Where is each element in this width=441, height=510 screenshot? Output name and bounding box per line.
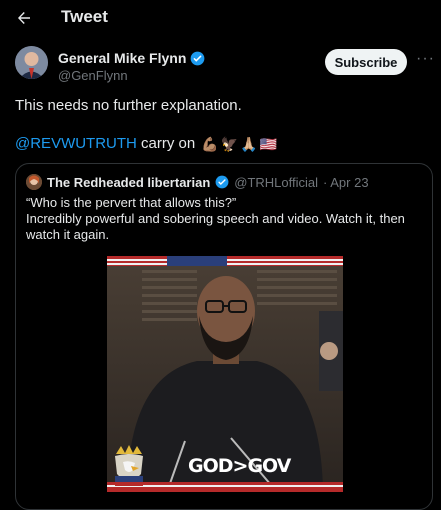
subscribe-button[interactable]: Subscribe xyxy=(325,49,407,75)
quoted-text-line1: “Who is the pervert that allows this?” xyxy=(26,195,237,210)
video-caption: GOD>GOV xyxy=(188,455,291,477)
author-row: General Mike Flynn @GenFlynn Subscribe ·… xyxy=(15,46,434,86)
back-button[interactable] xyxy=(12,6,36,30)
tweet-text-carry-on: carry on xyxy=(136,135,200,152)
verified-badge-icon xyxy=(215,175,229,189)
author-name[interactable]: General Mike Flynn xyxy=(58,50,205,66)
quoted-tweet[interactable]: The Redheaded libertarian @TRHLofficial … xyxy=(15,163,433,510)
tweet-text: This needs no further explanation. xyxy=(15,97,242,114)
verified-badge-icon xyxy=(191,51,205,65)
avatar[interactable] xyxy=(15,46,48,79)
top-bar: Tweet xyxy=(0,0,441,36)
eagle-icon: 🦅 xyxy=(220,136,239,152)
quoted-author-handle[interactable]: @TRHLofficial xyxy=(234,175,318,190)
mention-link[interactable]: @REVWUTRUTH xyxy=(15,134,137,154)
eagle-crown-logo-icon xyxy=(115,445,143,486)
quoted-text: “Who is the pervert that allows this?” I… xyxy=(26,195,421,243)
more-options-icon[interactable]: ··· xyxy=(416,50,435,68)
quoted-tweet-header: The Redheaded libertarian @TRHLofficial … xyxy=(26,174,369,190)
quoted-author-name[interactable]: The Redheaded libertarian xyxy=(47,175,210,190)
author-name-text: General Mike Flynn xyxy=(58,50,187,66)
folded-hands-icon: 🙏🏼 xyxy=(240,136,258,152)
arrow-left-icon xyxy=(18,12,30,24)
video-thumbnail[interactable]: GOD>GOV xyxy=(107,256,343,492)
quoted-date[interactable]: · Apr 23 xyxy=(323,175,369,190)
author-handle[interactable]: @GenFlynn xyxy=(58,68,128,83)
flexed-biceps-icon: 💪🏽 xyxy=(201,136,219,152)
us-flag-icon: 🇺🇸 xyxy=(259,136,278,152)
tweet-text-line2: @REVWUTRUTH carry on 💪🏽 🦅 🙏🏼 🇺🇸 xyxy=(15,134,277,154)
quoted-avatar[interactable] xyxy=(26,174,42,190)
quoted-text-line2: Incredibly powerful and sobering speech … xyxy=(26,211,405,242)
page-title: Tweet xyxy=(61,7,108,26)
